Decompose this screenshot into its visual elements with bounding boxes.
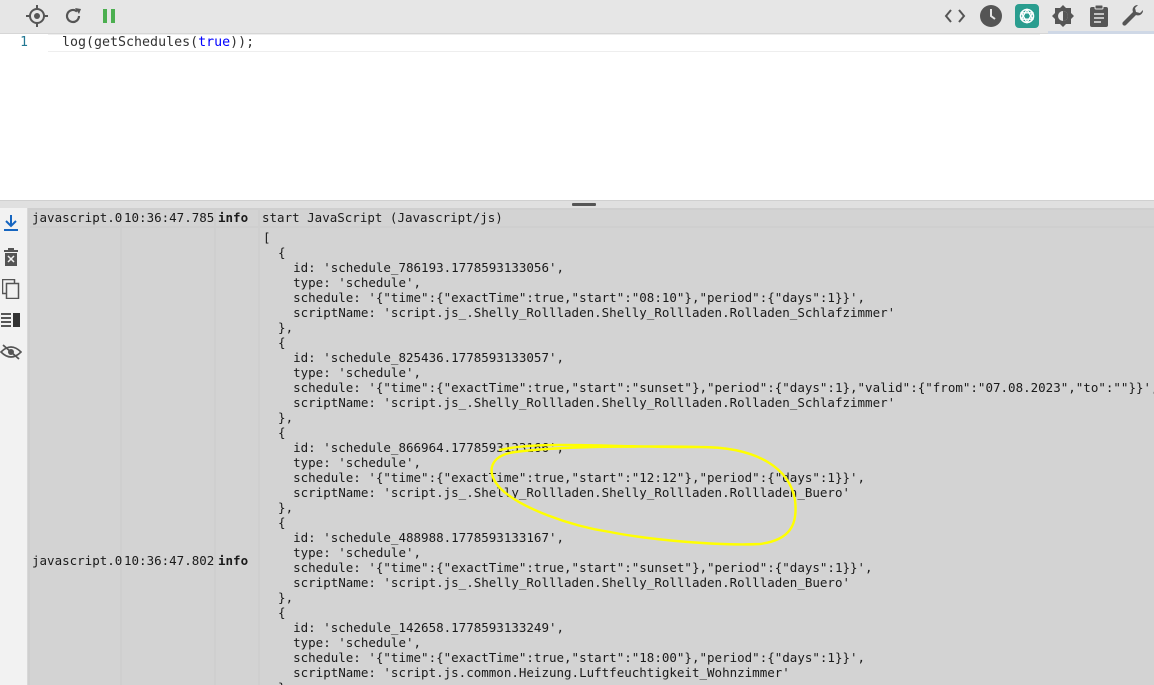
log-message-line: id: 'schedule_488988.1778593133167', [263,530,565,545]
log-message-line: scriptName: 'script.js_.Shelly_Rollladen… [263,575,850,590]
splitter-grip[interactable] [572,203,596,206]
clock-icon[interactable] [978,3,1004,29]
code-editor[interactable]: 1 log(getSchedules(true)); [0,34,1154,200]
log-message-line: scriptName: 'script.js_.Shelly_Rollladen… [263,485,850,500]
log-message-line: { [263,605,286,620]
code-keyword: true [198,35,231,50]
code-line[interactable]: log(getSchedules(true)); [62,34,254,52]
log-message-line: type: 'schedule', [263,545,422,560]
log-source: javascript.0 [30,210,123,226]
log-message-cell: [ { id: 'schedule_786193.1778593133056',… [260,228,1154,685]
log-message-line: }, [263,410,294,425]
log-message-line: }, [263,680,293,685]
log-message-line: schedule: '{"time":{"exactTime":true,"st… [263,650,866,665]
clear-log-icon[interactable] [0,246,22,268]
chatgpt-icon[interactable] [1014,3,1040,29]
log-time: 10:36:47.802 [124,553,215,568]
log-message-line: id: 'schedule_786193.1778593133056', [263,260,565,275]
log-message-line: scriptName: 'script.js_.Shelly_Rollladen… [263,395,896,410]
log-source-cell: javascript.0 [30,228,123,685]
log-sidebar [0,208,28,685]
log-message-line: type: 'schedule', [263,365,422,380]
crosshair-icon[interactable] [24,3,50,29]
log-message-line: schedule: '{"time":{"exactTime":true,"st… [263,380,1154,395]
gear-icon[interactable] [1050,3,1076,29]
log-message: start JavaScript (Javascript/js) [260,210,1154,226]
pause-icon[interactable] [96,3,122,29]
log-message-line: scriptName: 'script.js_.Shelly_Rollladen… [263,305,896,320]
code-text-end: )); [230,35,255,50]
code-text: log(getSchedules( [62,35,199,50]
copy-icon[interactable] [0,278,22,300]
log-severity-cell: info [216,228,258,685]
log-severity: info [218,553,249,568]
toolbar [0,0,1154,35]
log-source: javascript.0 [32,553,123,568]
log-message-line: scriptName: 'script.js.common.Heizung.Lu… [263,665,790,680]
log-message-line: schedule: '{"time":{"exactTime":true,"st… [263,470,866,485]
log-message-line: id: 'schedule_866964.1778593133166', [263,440,565,455]
log-message-line: { [263,335,286,350]
log-time-cell: 10:36:47.802 [122,228,214,685]
log-message-line: }, [263,320,294,335]
scroll-down-icon[interactable] [0,212,22,234]
log-message-line: schedule: '{"time":{"exactTime":true,"st… [263,560,873,575]
log-panel: javascript.0 10:36:47.785 info start Jav… [0,208,1154,685]
line-number: 1 [20,35,28,50]
log-severity: info [216,210,258,226]
log-table: javascript.0 10:36:47.785 info start Jav… [28,208,1154,685]
refresh-icon[interactable] [60,3,86,29]
code-icon[interactable] [942,3,968,29]
log-message-line: id: 'schedule_825436.1778593133057', [263,350,565,365]
clipboard-icon[interactable] [1086,3,1112,29]
log-message-line: }, [263,500,294,515]
log-message-line: type: 'schedule', [263,275,422,290]
table-view-icon[interactable] [0,309,22,331]
wrench-icon[interactable] [1121,3,1147,29]
log-time: 10:36:47.785 [122,210,215,226]
log-message-line: id: 'schedule_142658.1778593133249', [263,620,565,635]
log-message-line: }, [263,590,294,605]
log-message-line: { [263,245,286,260]
log-message-line: [ [263,230,271,245]
log-message-line: schedule: '{"time":{"exactTime":true,"st… [263,290,866,305]
log-message-line: { [263,425,286,440]
log-message-line: type: 'schedule', [263,635,422,650]
log-message-line: { [263,515,286,530]
hide-icon[interactable] [0,341,22,363]
log-message-line: type: 'schedule', [263,455,422,470]
